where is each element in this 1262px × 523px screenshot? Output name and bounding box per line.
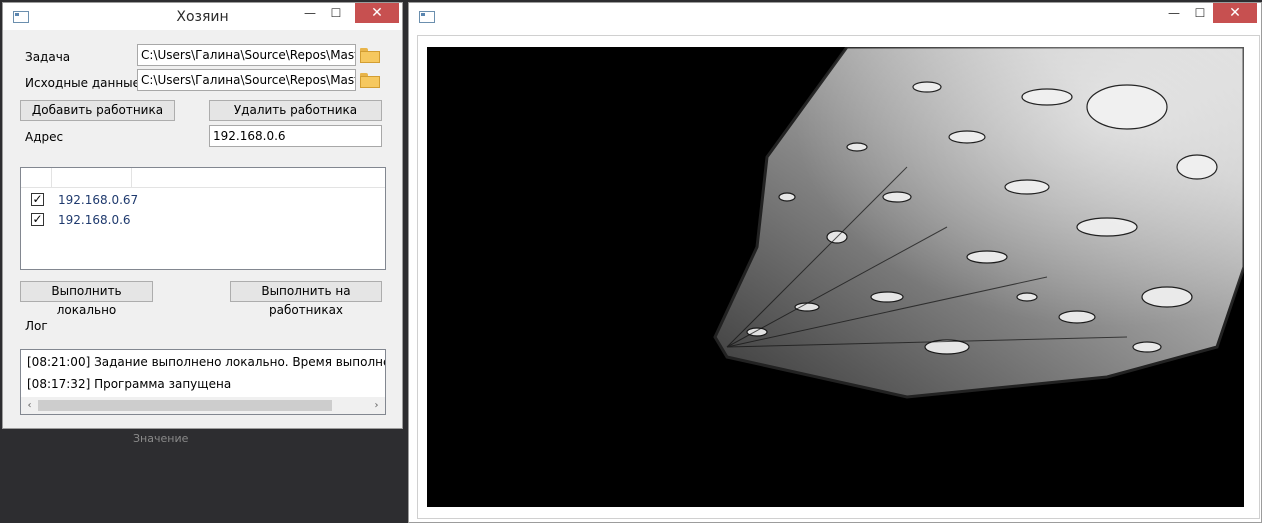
worker-checkbox[interactable]: ✓ — [31, 193, 44, 206]
scroll-right-icon[interactable]: › — [368, 397, 385, 414]
maximize-button[interactable]: ☐ — [323, 3, 349, 23]
worker-address: 192.168.0.67 — [58, 193, 139, 207]
rendered-image — [427, 47, 1244, 507]
workers-list[interactable]: ✓ 192.168.0.67 ✓ 192.168.0.6 — [20, 167, 386, 270]
list-header — [21, 168, 385, 188]
close-button[interactable]: ✕ — [355, 3, 399, 23]
folder-icon[interactable] — [360, 73, 380, 88]
task-path-field[interactable]: C:\Users\Галина\Source\Repos\MasterSl — [137, 44, 356, 66]
title-bar[interactable]: — ☐ ✕ — [409, 3, 1261, 30]
minimize-button[interactable]: — — [297, 3, 323, 23]
scroll-left-icon[interactable]: ‹ — [21, 397, 38, 414]
address-input[interactable]: 192.168.0.6 — [209, 125, 382, 147]
log-line: [08:21:00] Задание выполнено локально. В… — [27, 355, 385, 369]
run-on-workers-button[interactable]: Выполнить на работниках — [230, 281, 382, 317]
log-box[interactable]: [08:21:00] Задание выполнено локально. В… — [20, 349, 386, 415]
scroll-thumb[interactable] — [38, 400, 332, 411]
render-window: — ☐ ✕ — [408, 2, 1262, 523]
remove-worker-button[interactable]: Удалить работника — [209, 100, 382, 121]
add-worker-button[interactable]: Добавить работника — [20, 100, 175, 121]
background-label: Значение — [133, 432, 189, 445]
run-local-button[interactable]: Выполнить локально — [20, 281, 153, 317]
host-window: Хозяин — ☐ ✕ Задача C:\Users\Галина\Sour… — [2, 2, 403, 429]
source-data-path-field[interactable]: C:\Users\Галина\Source\Repos\MasterSl — [137, 69, 356, 91]
window-icon — [419, 11, 435, 23]
horizontal-scrollbar[interactable]: ‹ › — [21, 397, 385, 414]
close-button[interactable]: ✕ — [1213, 3, 1257, 23]
rendered-surface — [713, 47, 1244, 399]
address-label: Адрес — [25, 130, 64, 144]
worker-checkbox[interactable]: ✓ — [31, 213, 44, 226]
maximize-button[interactable]: ☐ — [1187, 3, 1213, 23]
log-label: Лог — [25, 319, 48, 333]
source-data-label: Исходные данные — [25, 76, 141, 90]
log-line: [08:17:32] Программа запущена — [27, 377, 232, 391]
task-label: Задача — [25, 50, 71, 64]
minimize-button[interactable]: — — [1161, 3, 1187, 23]
folder-icon[interactable] — [360, 48, 380, 63]
title-bar[interactable]: Хозяин — ☐ ✕ — [3, 3, 402, 30]
render-frame — [417, 35, 1260, 519]
worker-address: 192.168.0.6 — [58, 213, 131, 227]
